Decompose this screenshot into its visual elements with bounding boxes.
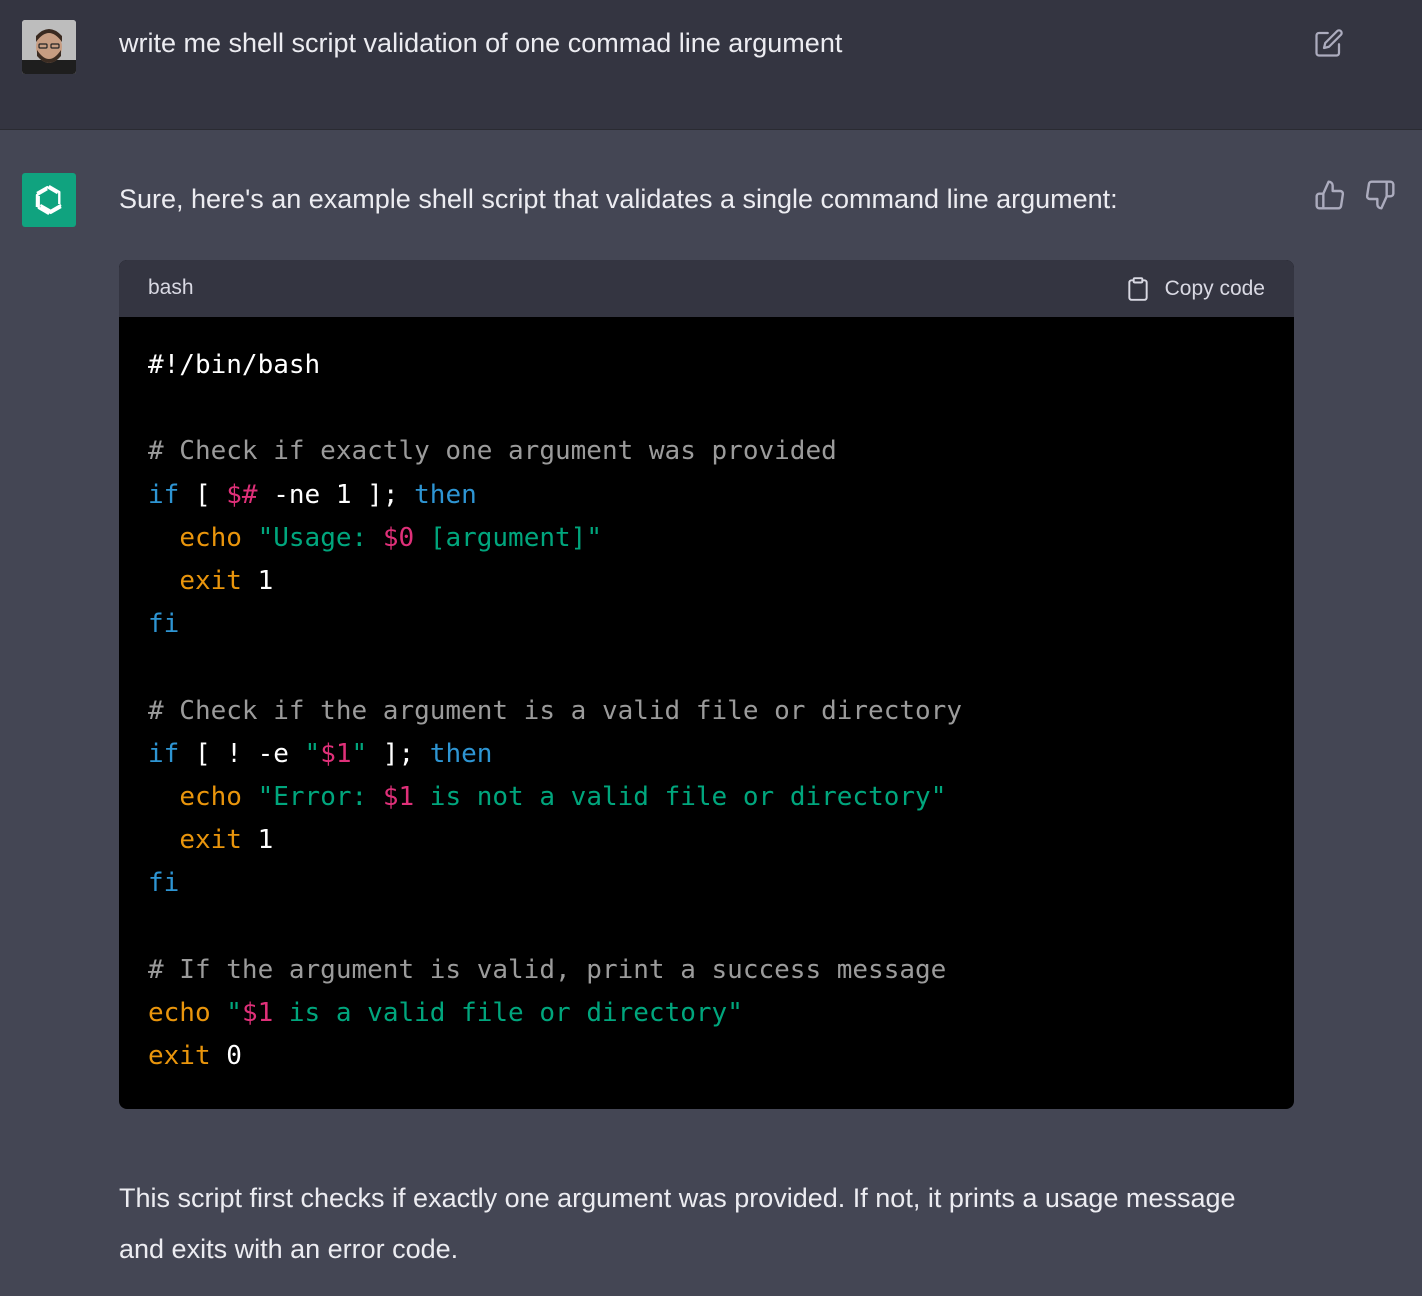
code-line: echo "Error: $1 is not a valid file or d… [148, 776, 1274, 819]
code-line: exit 1 [148, 560, 1274, 603]
code-token: $0 [382, 522, 415, 553]
code-line: fi [148, 603, 1274, 646]
code-line: #!/bin/bash [148, 344, 1274, 387]
code-token: ]; [367, 738, 430, 769]
code-token: "Usage: [241, 522, 383, 553]
code-language-label: bash [148, 276, 194, 299]
code-token: exit [148, 1041, 211, 1071]
user-avatar [22, 20, 76, 74]
code-token: $# [226, 479, 258, 510]
clipboard-icon [1127, 277, 1148, 301]
edit-icon[interactable] [1314, 28, 1344, 58]
code-token: 0 [210, 1041, 242, 1071]
code-line: exit 0 [148, 1035, 1274, 1078]
code-token: is not a valid file or directory" [414, 781, 947, 812]
code-token: # Check if exactly one argument was prov… [148, 436, 837, 467]
assistant-avatar [22, 173, 76, 227]
openai-logo-icon [35, 185, 62, 215]
code-token: fi [148, 609, 180, 640]
code-token: [ ! -e [179, 738, 305, 769]
code-token: " [210, 997, 242, 1028]
code-token: is a valid file or directory" [273, 997, 743, 1028]
assistant-explanation-text: This script first checks if exactly one … [119, 1183, 1236, 1264]
code-token: echo [179, 522, 242, 553]
code-token: echo [179, 781, 242, 812]
user-message-row: write me shell script validation of one … [0, 0, 1422, 130]
code-line: if [ $# -ne 1 ]; then [148, 474, 1274, 517]
code-line: echo "Usage: $0 [argument]" [148, 517, 1274, 560]
thumbs-up-icon[interactable] [1314, 179, 1346, 211]
code-token: $1 [320, 738, 352, 769]
code-token: " [304, 738, 321, 769]
code-token: # If the argument is valid, print a succ… [148, 954, 947, 985]
code-content: #!/bin/bash # Check if exactly one argume… [148, 344, 1274, 1078]
code-token: [argument]" [414, 522, 602, 553]
code-token: then [414, 479, 477, 510]
code-token: -ne 1 ]; [257, 479, 415, 510]
user-avatar-icon [22, 20, 76, 74]
code-token: 1 [241, 825, 274, 856]
code-line: # If the argument is valid, print a succ… [148, 949, 1274, 992]
code-line: # Check if exactly one argument was prov… [148, 430, 1274, 473]
code-token: #!/bin/bash [148, 350, 321, 380]
copy-code-label: Copy code [1164, 277, 1265, 300]
copy-code-button[interactable]: Copy code [1125, 273, 1265, 305]
code-block-header: bash Copy code [119, 260, 1294, 317]
code-token: $1 [241, 997, 274, 1028]
code-line: if [ ! -e "$1" ]; then [148, 733, 1274, 776]
code-token: if [148, 479, 180, 510]
user-message-text: write me shell script validation of one … [119, 28, 843, 58]
code-token: exit [179, 825, 242, 856]
code-token: $1 [382, 781, 415, 812]
code-line: exit 1 [148, 819, 1274, 862]
assistant-intro-text: Sure, here's an example shell script tha… [119, 184, 1118, 214]
code-line: echo "$1 is a valid file or directory" [148, 992, 1274, 1035]
code-line: fi [148, 862, 1274, 905]
code-block: bash Copy code #!/bin/bash # Check if exa… [119, 260, 1294, 1109]
assistant-message-row: Sure, here's an example shell script tha… [0, 130, 1422, 1296]
thumbs-down-icon[interactable] [1364, 179, 1396, 211]
code-token: echo [148, 997, 211, 1028]
code-token: fi [148, 868, 180, 899]
code-token: # Check if the argument is a valid file … [148, 695, 962, 726]
code-token: 1 [241, 565, 274, 596]
code-token: then [429, 738, 493, 769]
code-token: [ [179, 479, 227, 510]
code-token: if [148, 738, 180, 769]
code-token: exit [179, 565, 242, 596]
code-token: "Error: [241, 781, 383, 812]
code-line: # Check if the argument is a valid file … [148, 690, 1274, 733]
code-token: " [351, 738, 368, 769]
